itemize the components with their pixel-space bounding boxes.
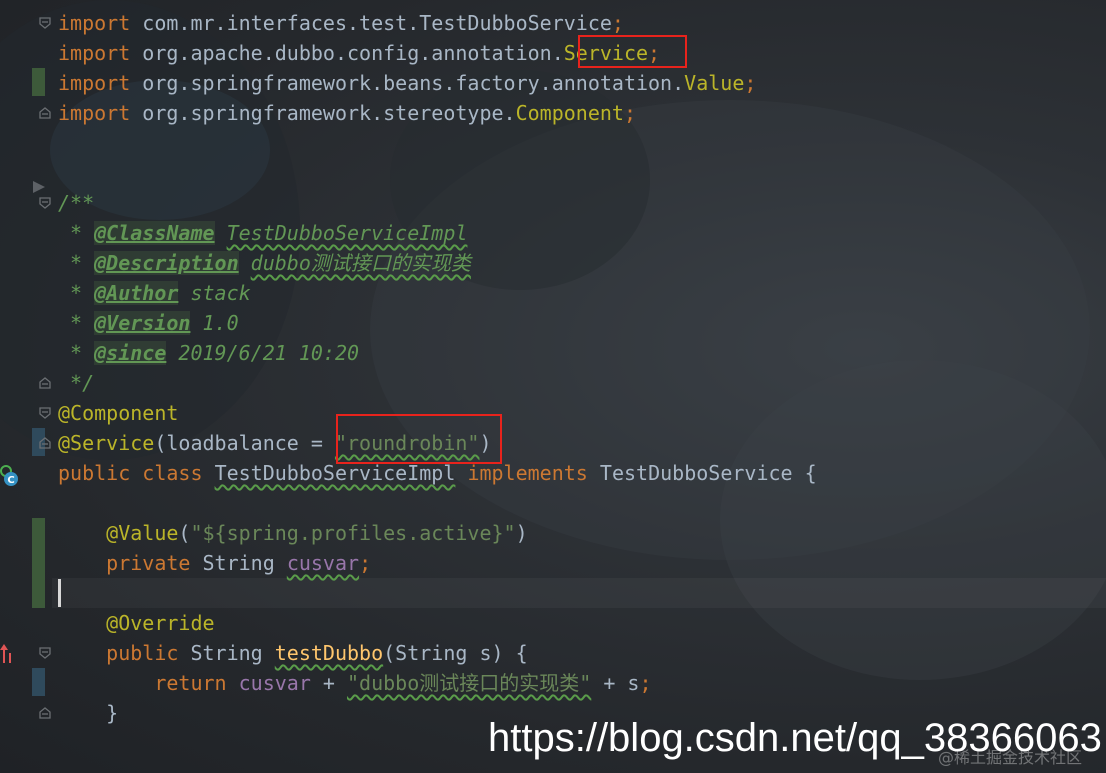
javadoc-star: * xyxy=(58,281,95,305)
import-path: com.mr.interfaces.test.TestDubboService xyxy=(142,11,612,35)
keyword: import xyxy=(58,11,131,35)
keyword: class xyxy=(142,461,203,485)
interface-name: TestDubboService xyxy=(599,461,793,485)
method-params: (String s) { xyxy=(383,641,528,665)
class-name: TestDubboServiceImpl xyxy=(214,461,456,485)
javadoc-tag: @ClassName xyxy=(94,221,215,245)
string-literal: "dubbo测试接口的实现类" xyxy=(347,671,592,695)
keyword: import xyxy=(58,71,131,95)
override-text: @Override xyxy=(106,611,215,635)
code-editor[interactable]: import com.mr.interfaces.test.TestDubboS… xyxy=(0,0,1106,773)
javadoc-line: * @since 2019/6/21 10:20 xyxy=(58,338,359,368)
semicolon: ; xyxy=(611,11,624,35)
javadoc-tag: @Version xyxy=(94,311,191,335)
field-ref: cusvar xyxy=(238,671,311,695)
javadoc-close: */ xyxy=(58,371,95,395)
import-line: import org.springframework.stereotype.Co… xyxy=(58,98,636,128)
field-name: cusvar xyxy=(286,551,360,575)
keyword: return xyxy=(154,671,227,695)
javadoc-line: * @ClassName TestDubboServiceImpl xyxy=(58,218,467,248)
javadoc-line: * @Version 1.0 xyxy=(58,308,239,338)
component-annotation: @Component xyxy=(58,401,179,425)
semicolon: ; xyxy=(623,101,636,125)
javadoc-value: TestDubboServiceImpl xyxy=(226,221,468,245)
javadoc-star: * xyxy=(58,311,95,335)
import-path: org.springframework.stereotype. xyxy=(142,101,516,125)
import-class: Component xyxy=(515,101,624,125)
javadoc-star: * xyxy=(58,251,95,275)
method-close-brace: } xyxy=(58,698,118,728)
type-name: String xyxy=(190,641,263,665)
javadoc-open: /** xyxy=(58,191,95,215)
value-annotation-line: @Value("${spring.profiles.active}") xyxy=(106,521,528,545)
brace: { xyxy=(792,461,817,485)
keyword: implements xyxy=(467,461,588,485)
javadoc-value: stack xyxy=(190,281,251,305)
javadoc-value: 1.0 xyxy=(202,311,239,335)
text-caret xyxy=(58,579,61,607)
method-declaration: public String testDubbo(String s) { xyxy=(58,638,528,668)
javadoc-star: * xyxy=(58,341,95,365)
return-tail: + s xyxy=(591,671,640,695)
brace: } xyxy=(106,701,119,725)
import-class: Value xyxy=(684,71,745,95)
highlight-box-service-import xyxy=(578,35,687,68)
override-annotation: @Override xyxy=(58,608,215,638)
keyword: public xyxy=(106,641,179,665)
javadoc-line: * @Description dubbo测试接口的实现类 xyxy=(58,248,471,278)
javadoc-tag: @Author xyxy=(94,281,179,305)
semicolon: ; xyxy=(639,671,652,695)
import-line: import org.apache.dubbo.config.annotatio… xyxy=(58,38,660,68)
semicolon: ; xyxy=(359,551,372,575)
import-line: import com.mr.interfaces.test.TestDubboS… xyxy=(58,8,624,38)
semicolon: ; xyxy=(744,71,757,95)
javadoc-star: * xyxy=(58,221,95,245)
operator: + xyxy=(310,671,347,695)
javadoc-line: * @Author stack xyxy=(58,278,251,308)
type-name: String xyxy=(202,551,275,575)
method-name: testDubbo xyxy=(274,641,384,665)
value-annotation: @Value xyxy=(106,521,179,545)
url-watermark: https://blog.csdn.net/qq_38366063 xyxy=(488,716,1102,760)
import-line: import org.springframework.beans.factory… xyxy=(58,68,756,98)
field-declaration: private String cusvar; xyxy=(58,548,371,578)
javadoc-value: 2019/6/21 10:20 xyxy=(178,341,360,365)
service-annotation: @Service xyxy=(58,431,155,455)
import-path: org.apache.dubbo.config.annotation. xyxy=(142,41,564,65)
highlight-box-roundrobin xyxy=(336,414,502,464)
javadoc-value: dubbo测试接口的实现类 xyxy=(250,251,471,275)
javadoc-tag: @Description xyxy=(94,251,239,275)
keyword: import xyxy=(58,41,131,65)
keyword: import xyxy=(58,101,131,125)
annotation-args: (loadbalance = xyxy=(154,431,335,455)
value-arg: "${spring.profiles.active}" xyxy=(190,521,516,545)
keyword: private xyxy=(106,551,191,575)
return-statement: return cusvar + "dubbo测试接口的实现类" + s; xyxy=(58,668,652,698)
keyword: public xyxy=(58,461,131,485)
import-path: org.springframework.beans.factory.annota… xyxy=(142,71,685,95)
javadoc-tag: @since xyxy=(94,341,167,365)
